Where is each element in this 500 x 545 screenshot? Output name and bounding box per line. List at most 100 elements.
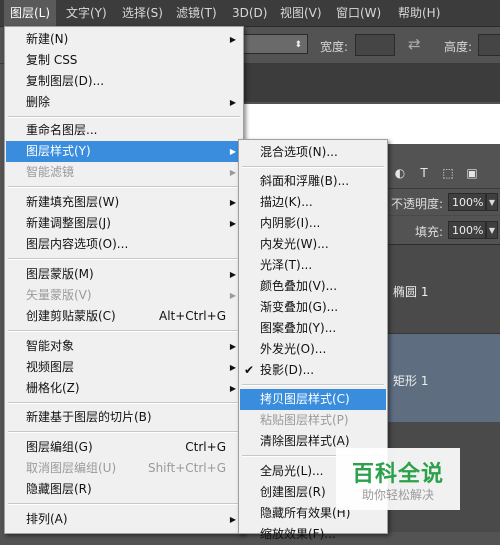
menu-item-label: 混合选项(N)... [260, 145, 338, 159]
menu-filter[interactable]: 滤镜(T) [170, 0, 223, 26]
menu-item-new-layer-based-slice[interactable]: 新建基于图层的切片(B) [6, 407, 242, 428]
document-tab-area [240, 64, 500, 102]
menu-item-copy-css[interactable]: 复制 CSS [6, 50, 242, 71]
menu-item-layer-content-options[interactable]: 图层内容选项(O)... [6, 234, 242, 255]
menu-item-paste-layer-style[interactable]: 粘贴图层样式(P) [240, 410, 386, 431]
submenu-arrow-icon: ▶ [229, 219, 236, 228]
menu-window[interactable]: 窗口(W) [330, 0, 387, 26]
menu-separator [8, 186, 240, 188]
menu-item-blending-options[interactable]: 混合选项(N)... [240, 142, 386, 163]
menu-item-label: 创建图层(R) [260, 485, 326, 499]
menu-item-label: 复制 CSS [26, 53, 78, 67]
menu-item-ungroup-layers[interactable]: 取消图层编组(U) Shift+Ctrl+G [6, 458, 242, 479]
menu-item-vector-mask[interactable]: 矢量蒙版(V) ▶ [6, 285, 242, 306]
width-input[interactable] [355, 34, 395, 56]
width-label: 宽度: [320, 40, 349, 54]
menu-item-create-clipping-mask[interactable]: 创建剪贴蒙版(C) Alt+Ctrl+G [6, 306, 242, 327]
menu-item-label: 内阴影(I)... [260, 216, 321, 230]
submenu-arrow-icon: ▶ [229, 198, 236, 207]
menu-item-copy-layer-style[interactable]: 拷贝图层样式(C) [240, 389, 386, 410]
menu-item-new-fill-layer[interactable]: 新建填充图层(W) ▶ [6, 192, 242, 213]
menu-item-arrange[interactable]: 排列(A) ▶ [6, 509, 242, 530]
menu-item-duplicate-layer[interactable]: 复制图层(D)... [6, 71, 242, 92]
menu-item-inner-glow[interactable]: 内发光(W)... [240, 234, 386, 255]
menu-item-drop-shadow[interactable]: ✔ 投影(D)... [240, 360, 386, 381]
menu-item-layer-style[interactable]: 图层样式(Y) ▶ [6, 141, 242, 162]
menu-item-hide-layers[interactable]: 隐藏图层(R) [6, 479, 242, 500]
shape-filter-icon[interactable]: ⬚ [441, 166, 455, 180]
menu-item-delete[interactable]: 删除 ▶ [6, 92, 242, 113]
menu-item-rename-layer[interactable]: 重命名图层... [6, 120, 242, 141]
menu-view[interactable]: 视图(V) [274, 0, 328, 26]
menu-3d[interactable]: 3D(D) [226, 0, 273, 26]
menu-help[interactable]: 帮助(H) [392, 0, 446, 26]
fill-label: 填充: [415, 225, 444, 239]
adjustment-filter-icon[interactable]: ◐ [393, 166, 407, 180]
menu-item-bevel-emboss[interactable]: 斜面和浮雕(B)... [240, 171, 386, 192]
fill-dropdown-icon[interactable]: ▼ [486, 221, 498, 239]
smart-object-filter-icon[interactable]: ▣ [465, 166, 479, 180]
menu-select[interactable]: 选择(S) [116, 0, 169, 26]
fill-row: 填充: 100% ▼ [385, 216, 500, 245]
menu-item-outer-glow[interactable]: 外发光(O)... [240, 339, 386, 360]
menu-item-label: 视频图层 [26, 360, 75, 374]
menu-item-label: 清除图层样式(A) [260, 434, 350, 448]
menu-item-smart-filter[interactable]: 智能滤镜 ▶ [6, 162, 242, 183]
menu-item-label: 图层编组(G) [26, 440, 93, 454]
layer-row[interactable]: 椭圆 1 [385, 245, 500, 334]
swap-arrows-icon[interactable]: ⇄ [408, 35, 421, 53]
opacity-input[interactable]: 100% [448, 193, 486, 211]
menu-shortcut: Alt+Ctrl+G [158, 309, 226, 323]
submenu-arrow-icon: ▶ [229, 363, 236, 372]
menu-item-satin[interactable]: 光泽(T)... [240, 255, 386, 276]
menu-item-smart-object[interactable]: 智能对象 ▶ [6, 336, 242, 357]
layer-row-selected[interactable]: 矩形 1 [385, 334, 500, 422]
menu-item-label: 描边(K)... [260, 195, 313, 209]
height-label: 高度: [444, 40, 473, 54]
opacity-dropdown-icon[interactable]: ▼ [486, 193, 498, 211]
canvas[interactable] [240, 104, 500, 144]
submenu-arrow-icon: ▶ [229, 35, 236, 44]
menu-item-group-layers[interactable]: 图层编组(G) Ctrl+G [6, 437, 242, 458]
submenu-arrow-icon: ▶ [229, 168, 236, 177]
type-filter-icon[interactable]: T [417, 166, 431, 180]
menu-item-scale-effects[interactable]: 缩放效果(F)... [240, 524, 386, 545]
menu-item-new[interactable]: 新建(N) ▶ [6, 29, 242, 50]
height-input[interactable] [478, 34, 500, 56]
submenu-arrow-icon: ▶ [229, 147, 236, 156]
opacity-row: 不透明度: 100% ▼ [385, 189, 500, 215]
menu-item-inner-shadow[interactable]: 内阴影(I)... [240, 213, 386, 234]
layers-filter-bar: ◐ T ⬚ ▣ [385, 160, 500, 189]
menu-item-label: 图案叠加(Y)... [260, 321, 337, 335]
menu-item-pattern-overlay[interactable]: 图案叠加(Y)... [240, 318, 386, 339]
menu-item-gradient-overlay[interactable]: 渐变叠加(G)... [240, 297, 386, 318]
menu-shortcut: Shift+Ctrl+G [147, 461, 226, 475]
menu-item-label: 隐藏图层(R) [26, 482, 92, 496]
menu-separator [8, 503, 240, 505]
menu-item-label: 矢量蒙版(V) [26, 288, 92, 302]
checkmark-icon: ✔ [244, 363, 255, 377]
watermark-subtitle: 助你轻松解决 [361, 488, 434, 502]
menu-item-label: 颜色叠加(V)... [260, 279, 338, 293]
opacity-label: 不透明度: [391, 197, 444, 211]
menu-separator [8, 258, 240, 260]
menu-item-label: 栅格化(Z) [26, 381, 80, 395]
menu-item-label: 创建剪贴蒙版(C) [26, 309, 116, 323]
menu-item-label: 重命名图层... [26, 123, 98, 137]
menu-item-label: 粘贴图层样式(P) [260, 413, 349, 427]
menu-type[interactable]: 文字(Y) [60, 0, 113, 26]
menu-item-new-adjustment-layer[interactable]: 新建调整图层(J) ▶ [6, 213, 242, 234]
menu-item-video-layer[interactable]: 视频图层 ▶ [6, 357, 242, 378]
layer-name: 椭圆 1 [393, 285, 429, 299]
menu-separator [8, 431, 240, 433]
menu-layer[interactable]: 图层(L) [4, 0, 57, 26]
menu-item-label: 图层蒙版(M) [26, 267, 94, 281]
watermark-title: 百科全说 [351, 462, 444, 487]
menu-item-layer-mask[interactable]: 图层蒙版(M) ▶ [6, 264, 242, 285]
fill-input[interactable]: 100% [448, 221, 486, 239]
menu-item-label: 投影(D)... [260, 363, 315, 377]
submenu-arrow-icon: ▶ [229, 98, 236, 107]
menu-item-color-overlay[interactable]: 颜色叠加(V)... [240, 276, 386, 297]
menu-item-rasterize[interactable]: 栅格化(Z) ▶ [6, 378, 242, 399]
menu-item-stroke[interactable]: 描边(K)... [240, 192, 386, 213]
